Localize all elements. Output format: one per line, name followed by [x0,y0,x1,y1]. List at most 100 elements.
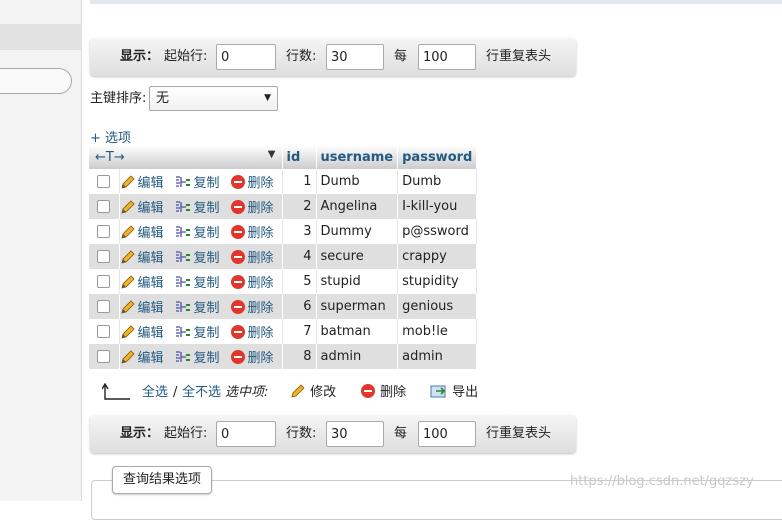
table-row[interactable]: 编辑 复制 删除 5 stupid stupidity [89,269,478,294]
column-arrows-icon[interactable]: ←T→ [95,150,125,165]
cell-id[interactable]: 1 [282,169,317,194]
cell-username[interactable]: Dumb [316,169,399,194]
bulk-edit-button[interactable]: 修改 [290,381,336,405]
edit-button[interactable]: 编辑 [120,300,164,316]
nav-filter-input[interactable] [0,68,72,94]
cell-password[interactable]: crappy [397,244,478,269]
copy-label: 复制 [193,351,220,366]
delete-button[interactable]: 删除 [230,250,274,266]
edit-label: 编辑 [137,251,164,266]
row-checkbox[interactable] [97,350,110,363]
edit-button[interactable]: 编辑 [120,350,164,366]
sort-dropdown-icon[interactable]: ▼ [268,149,276,160]
edit-label: 编辑 [137,301,164,316]
nav-highlighted-item[interactable] [0,24,82,50]
delete-button[interactable]: 删除 [230,275,274,291]
cell-password[interactable]: genious [397,294,478,319]
options-link[interactable]: + 选项 [90,127,131,146]
cell-id[interactable]: 2 [282,194,317,219]
start-row-input[interactable] [216,44,276,70]
cell-password[interactable]: mob!le [397,319,478,344]
delete-button[interactable]: 删除 [230,325,274,341]
sort-by-key-select[interactable]: 无 ▼ [149,86,278,111]
cell-password[interactable]: p@ssword [397,219,478,244]
delete-label: 删除 [247,251,274,266]
with-selected-label: 选中项: [225,385,269,400]
row-checkbox[interactable] [97,275,110,288]
delete-button[interactable]: 删除 [230,225,274,241]
edit-button[interactable]: 编辑 [120,200,164,216]
row-checkbox[interactable] [97,200,110,213]
edit-button[interactable]: 编辑 [120,325,164,341]
edit-button[interactable]: 编辑 [120,175,164,191]
row-checkbox-cell [89,294,120,319]
bulk-export-button[interactable]: 导出 [430,381,478,405]
delete-button[interactable]: 删除 [230,300,274,316]
table-row[interactable]: 编辑 复制 删除 3 Dummy p@ssword [89,219,478,244]
cell-username[interactable]: admin [316,344,399,369]
cell-username[interactable]: Dummy [316,219,399,244]
row-checkbox-cell [89,244,120,269]
repeat-header-label-bottom: 行重复表头 [486,426,552,441]
cell-password[interactable]: stupidity [397,269,478,294]
bulk-delete-button[interactable]: 删除 [360,381,406,405]
cell-password[interactable]: admin [397,344,478,369]
copy-button[interactable]: 复制 [174,276,220,291]
row-checkbox[interactable] [97,325,110,338]
column-username[interactable]: username [316,145,399,169]
edit-label: 编辑 [137,326,164,341]
delete-label: 删除 [247,301,274,316]
delete-icon [230,300,246,316]
cell-username[interactable]: stupid [316,269,399,294]
rows-input[interactable] [326,44,384,70]
delete-button[interactable]: 删除 [230,200,274,216]
cell-id[interactable]: 6 [282,294,317,319]
cell-username[interactable]: Angelina [316,194,399,219]
table-row[interactable]: 编辑 复制 删除 1 Dumb Dumb [89,169,478,194]
copy-button[interactable]: 复制 [174,251,220,266]
cell-id[interactable]: 4 [282,244,317,269]
cell-password[interactable]: Dumb [397,169,478,194]
edit-button[interactable]: 编辑 [120,225,164,241]
copy-button[interactable]: 复制 [174,176,220,191]
row-checkbox[interactable] [97,225,110,238]
delete-button[interactable]: 删除 [230,175,274,191]
query-result-options-tab[interactable]: 查询结果选项 [112,466,213,494]
delete-label: 删除 [247,276,274,291]
cell-username[interactable]: secure [316,244,399,269]
column-password[interactable]: password [397,145,478,169]
copy-button[interactable]: 复制 [174,226,220,241]
table-row[interactable]: 编辑 复制 删除 4 secure crappy [89,244,478,269]
start-row-input-bottom[interactable] [216,421,276,447]
table-row[interactable]: 编辑 复制 删除 6 superman genious [89,294,478,319]
row-checkbox[interactable] [97,250,110,263]
pencil-icon [120,175,136,191]
table-row[interactable]: 编辑 复制 删除 2 Angelina I-kill-you [89,194,478,219]
copy-button[interactable]: 复制 [174,351,220,366]
cell-password[interactable]: I-kill-you [397,194,478,219]
repeat-header-input-bottom[interactable] [418,421,476,447]
uncheck-all-link[interactable]: 全不选 [182,381,221,405]
table-row[interactable]: 编辑 复制 删除 8 admin admin [89,344,478,369]
edit-button[interactable]: 编辑 [120,275,164,291]
repeat-header-input[interactable] [418,44,476,70]
edit-label: 编辑 [137,351,164,366]
cell-id[interactable]: 3 [282,219,317,244]
table-row[interactable]: 编辑 复制 删除 7 batman mob!le [89,319,478,344]
row-checkbox[interactable] [97,175,110,188]
cell-id[interactable]: 8 [282,344,317,369]
copy-button[interactable]: 复制 [174,326,220,341]
edit-button[interactable]: 编辑 [120,250,164,266]
pencil-icon [120,250,136,266]
delete-button[interactable]: 删除 [230,350,274,366]
cell-id[interactable]: 7 [282,319,317,344]
row-checkbox[interactable] [97,300,110,313]
check-all-link[interactable]: 全选 [142,381,168,405]
copy-button[interactable]: 复制 [174,301,220,316]
cell-id[interactable]: 5 [282,269,317,294]
rows-input-bottom[interactable] [326,421,384,447]
column-id[interactable]: id [282,145,317,169]
cell-username[interactable]: superman [316,294,399,319]
copy-button[interactable]: 复制 [174,201,220,216]
cell-username[interactable]: batman [316,319,399,344]
